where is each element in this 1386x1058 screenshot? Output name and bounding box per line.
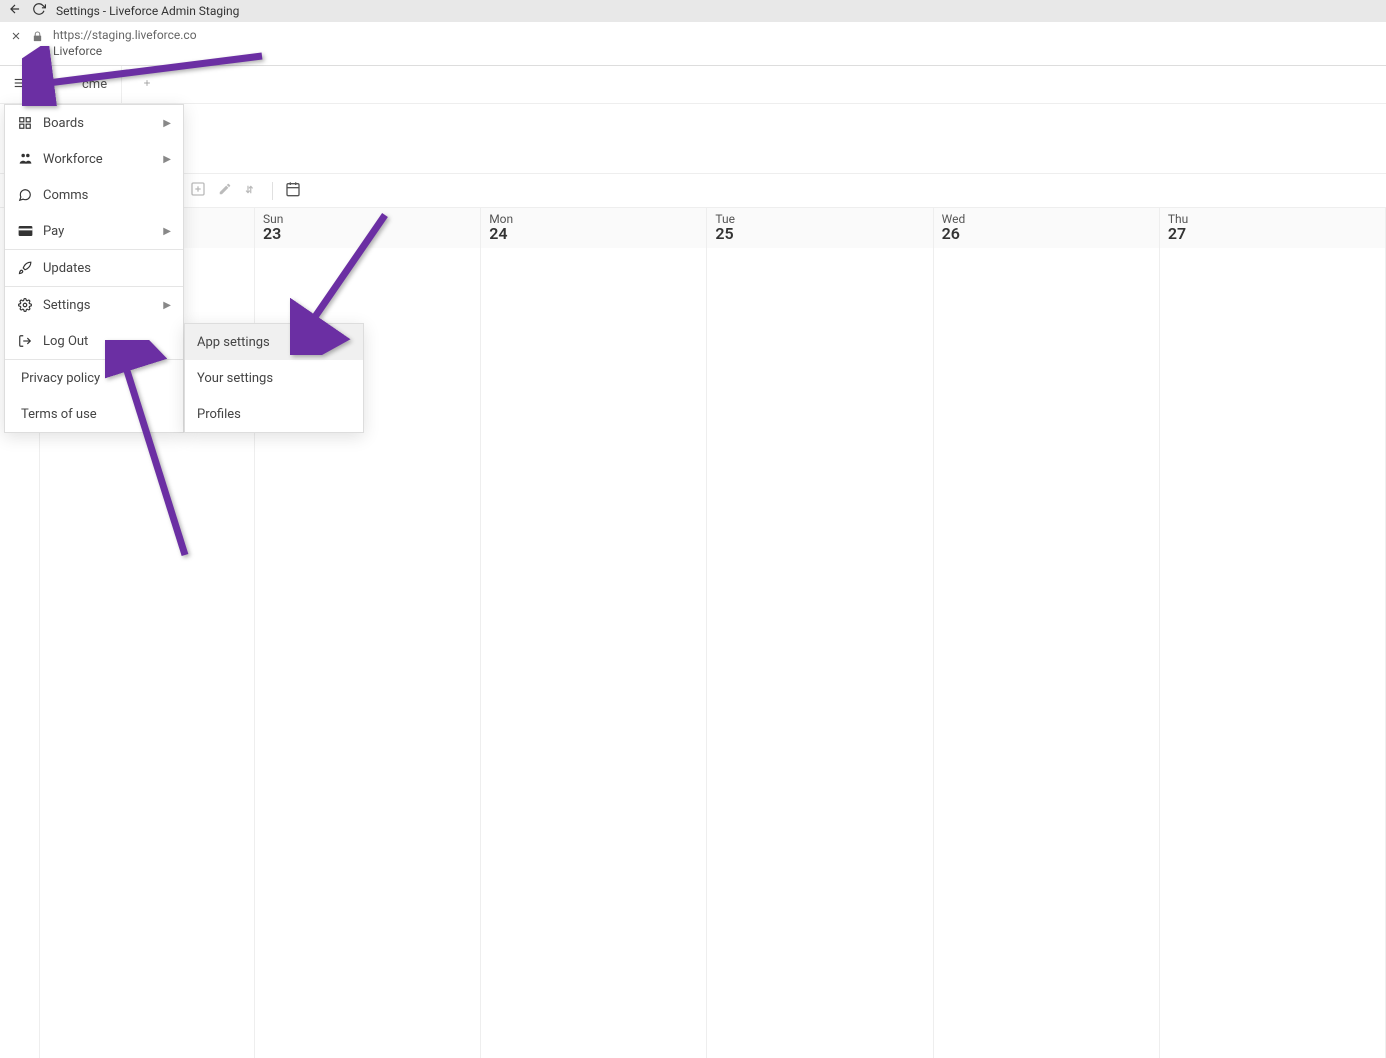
menu-item-boards[interactable]: Boards ▶ xyxy=(5,105,183,141)
chevron-right-icon: ▶ xyxy=(163,118,171,129)
browser-top-bar: Settings - Liveforce Admin Staging xyxy=(0,0,1386,22)
svg-text:⇵: ⇵ xyxy=(245,185,253,196)
tab-label: cme xyxy=(82,77,107,92)
menu-item-terms[interactable]: Terms of use xyxy=(5,396,183,432)
chevron-right-icon: ▶ xyxy=(163,226,171,237)
chevron-right-icon: ▶ xyxy=(163,300,171,311)
page-title: Settings - Liveforce Admin Staging xyxy=(56,4,239,18)
url-bar: https://staging.liveforce.co Liveforce xyxy=(0,22,1386,66)
calendar-day-header[interactable]: Sun 23 xyxy=(255,208,481,248)
calendar-day-column[interactable] xyxy=(481,248,707,1058)
menu-item-comms[interactable]: Comms xyxy=(5,177,183,213)
gear-icon xyxy=(17,297,33,313)
submenu-item-your-settings[interactable]: Your settings xyxy=(185,360,363,396)
reload-icon[interactable] xyxy=(32,2,46,20)
hamburger-icon[interactable] xyxy=(6,70,34,100)
menu-item-settings[interactable]: Settings ▶ xyxy=(5,287,183,323)
calendar-day-column[interactable] xyxy=(707,248,933,1058)
lock-icon xyxy=(32,31,43,46)
logout-icon xyxy=(17,333,33,349)
menu-item-pay[interactable]: Pay ▶ xyxy=(5,213,183,249)
app-bar: cme xyxy=(0,66,1386,104)
menu-item-updates[interactable]: Updates xyxy=(5,250,183,286)
toolbar-bar: ⇵ xyxy=(0,174,1386,208)
people-icon xyxy=(17,151,33,167)
menu-item-privacy[interactable]: Privacy policy xyxy=(5,360,183,396)
url-text: https://staging.liveforce.co xyxy=(53,28,197,44)
calendar-day-header[interactable]: Tue 25 xyxy=(707,208,933,248)
back-icon[interactable] xyxy=(8,2,22,20)
calendar-icon[interactable] xyxy=(285,181,301,201)
calendar-day-column[interactable] xyxy=(934,248,1160,1058)
tab-add-button[interactable] xyxy=(132,77,162,92)
calendar-header: Sun 23 Mon 24 Tue 25 Wed 26 Thu 27 xyxy=(0,208,1386,248)
calendar-day-header[interactable]: Mon 24 xyxy=(481,208,707,248)
blank-header-area xyxy=(0,104,1386,174)
rocket-icon xyxy=(17,260,33,276)
menu-item-logout[interactable]: Log Out xyxy=(5,323,183,359)
close-icon[interactable] xyxy=(10,30,22,46)
calendar-day-column[interactable] xyxy=(1160,248,1386,1058)
tab-cme[interactable]: cme xyxy=(68,66,122,103)
calendar-day-header[interactable]: Wed 26 xyxy=(934,208,1160,248)
submenu-item-profiles[interactable]: Profiles xyxy=(185,396,363,432)
site-name: Liveforce xyxy=(53,44,197,60)
pencil-icon[interactable] xyxy=(218,182,232,200)
add-box-icon[interactable] xyxy=(190,181,206,201)
chevron-right-icon: ▶ xyxy=(163,154,171,165)
grid-icon xyxy=(17,115,33,131)
toolbar-separator xyxy=(272,182,273,200)
settings-submenu: App settings Your settings Profiles xyxy=(184,323,364,433)
chat-icon xyxy=(17,187,33,203)
wallet-icon xyxy=(17,223,33,239)
submenu-item-app-settings[interactable]: App settings xyxy=(185,324,363,360)
calendar-day-header[interactable]: Thu 27 xyxy=(1160,208,1386,248)
menu-item-workforce[interactable]: Workforce ▶ xyxy=(5,141,183,177)
main-menu: Boards ▶ Workforce ▶ Comms Pay ▶ Updates… xyxy=(4,104,184,433)
numbers-icon[interactable]: ⇵ xyxy=(244,181,260,201)
